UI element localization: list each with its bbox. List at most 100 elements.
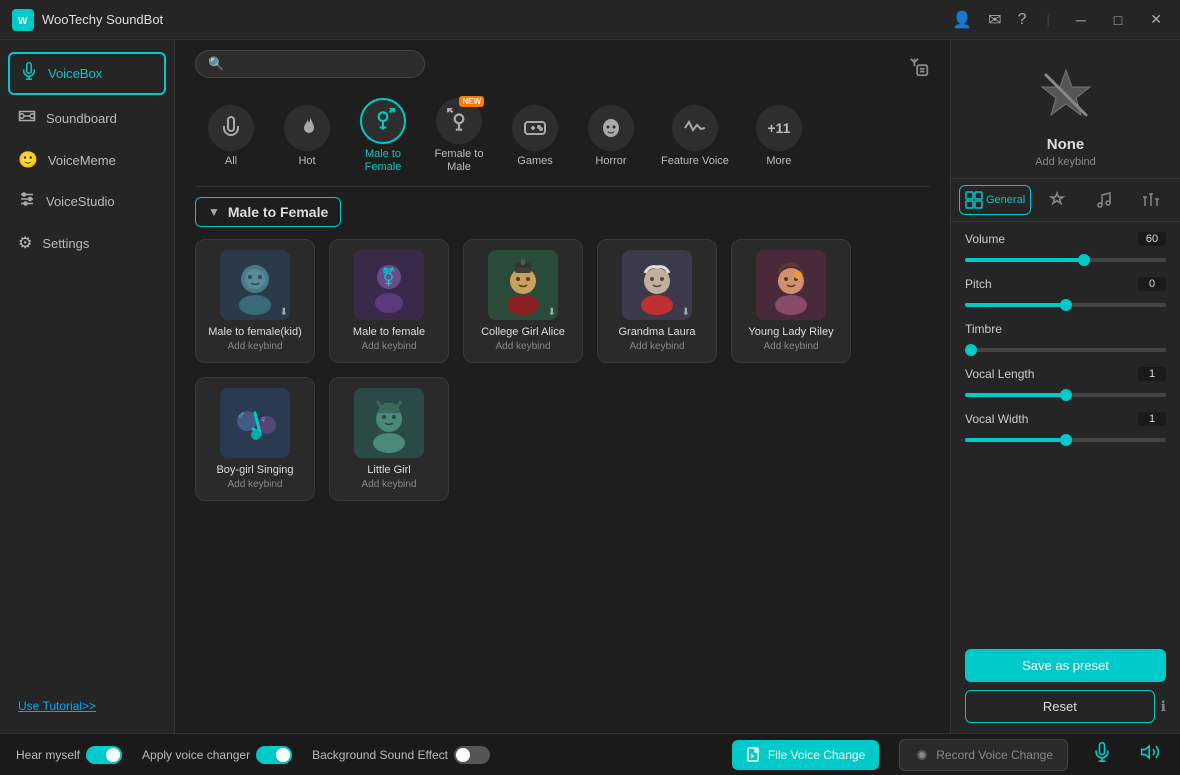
sidebar-bottom: Use Tutorial>>: [0, 688, 174, 723]
preset-keybind[interactable]: Add keybind: [1035, 156, 1096, 168]
tab-equalizer[interactable]: [1129, 186, 1172, 214]
apply-voice-toggle[interactable]: [256, 746, 292, 764]
user-icon[interactable]: 👤: [952, 10, 972, 30]
category-female-to-male-label: Female toMale: [435, 148, 484, 174]
close-button[interactable]: ✕: [1144, 9, 1168, 30]
voice-name-6: Boy-girl Singing: [216, 464, 293, 476]
reset-button[interactable]: Reset: [965, 690, 1155, 723]
voice-keybind-5[interactable]: Add keybind: [763, 341, 818, 352]
section-chevron: ▼: [208, 205, 220, 219]
voice-card-1[interactable]: ⬇ Male to female(kid) Add keybind: [195, 239, 315, 363]
volume-slider[interactable]: [965, 258, 1166, 262]
voice-card-6[interactable]: ♂♀ Boy-girl Singing Add keybind: [195, 377, 315, 501]
sidebar-item-settings[interactable]: ⚙ Settings: [0, 223, 174, 263]
record-voice-change-button[interactable]: Record Voice Change: [899, 739, 1068, 771]
voice-keybind-3[interactable]: Add keybind: [495, 341, 550, 352]
category-games[interactable]: Games: [499, 101, 571, 172]
sidebar-item-voicestudio[interactable]: VoiceStudio: [0, 180, 174, 223]
maximize-button[interactable]: □: [1108, 10, 1128, 30]
sidebar-voicebox-label: VoiceBox: [48, 66, 102, 81]
titlebar: W WooTechy SoundBot 👤 ✉ ? | ─ □ ✕: [0, 0, 1180, 40]
titlebar-controls: 👤 ✉ ? | ─ □ ✕: [952, 9, 1168, 30]
file-voice-change-button[interactable]: File Voice Change: [732, 740, 879, 770]
category-all-label: All: [225, 155, 237, 168]
sidebar-soundboard-label: Soundboard: [46, 111, 117, 126]
category-male-to-female-label: Male toFemale: [365, 148, 402, 174]
speaker-button[interactable]: [1136, 738, 1164, 771]
voice-keybind-1[interactable]: Add keybind: [227, 341, 282, 352]
minimize-button[interactable]: ─: [1070, 10, 1092, 30]
voice-card-3[interactable]: ⬇ College Girl Alice Add keybind: [463, 239, 583, 363]
tab-music[interactable]: [1082, 186, 1125, 214]
vocal-length-slider[interactable]: [965, 393, 1166, 397]
timbre-slider[interactable]: [965, 348, 1166, 352]
category-male-to-female[interactable]: Male toFemale: [347, 94, 419, 178]
category-hot-icon: [284, 105, 330, 151]
background-sound-toggle-group: Background Sound Effect: [312, 746, 490, 764]
pitch-value: 0: [1138, 277, 1166, 291]
category-female-to-male[interactable]: NEW Female toMale: [423, 94, 495, 178]
voice-content: ▼ Male to Female ⬇ Male to female(kid) A…: [175, 187, 950, 733]
hear-myself-toggle[interactable]: [86, 746, 122, 764]
voice-name-4: Grandma Laura: [618, 326, 695, 338]
search-bar[interactable]: 🔍: [195, 50, 425, 78]
category-horror[interactable]: Horror: [575, 101, 647, 172]
category-feature-voice[interactable]: Feature Voice: [651, 101, 739, 172]
voice-keybind-4[interactable]: Add keybind: [629, 341, 684, 352]
voice-card-7[interactable]: Little Girl Add keybind: [329, 377, 449, 501]
category-horror-icon: [588, 105, 634, 151]
volume-value: 60: [1138, 232, 1166, 246]
category-hot[interactable]: Hot: [271, 101, 343, 172]
sidebar-voicestudio-label: VoiceStudio: [46, 194, 115, 209]
sidebar-item-voicebox[interactable]: VoiceBox: [8, 52, 166, 95]
category-feature-voice-icon: [672, 105, 718, 151]
tab-effects[interactable]: [1035, 186, 1078, 214]
category-all-icon: [208, 105, 254, 151]
voice-card-4[interactable]: ⬇ Grandma Laura Add keybind: [597, 239, 717, 363]
vocal-length-value: 1: [1138, 367, 1166, 381]
voice-keybind-6[interactable]: Add keybind: [227, 479, 282, 490]
sidebar-item-voicememe[interactable]: 🙂 VoiceMeme: [0, 140, 174, 180]
category-games-icon: [512, 105, 558, 151]
tab-general[interactable]: General: [959, 185, 1031, 215]
voice-card-2[interactable]: ⚧ Male to female Add keybind: [329, 239, 449, 363]
pitch-label: Pitch: [965, 277, 992, 291]
file-voice-icon: [746, 747, 762, 763]
timbre-label: Timbre: [965, 322, 1002, 336]
apply-voice-knob: [276, 748, 290, 762]
sidebar-item-soundboard[interactable]: Soundboard: [0, 97, 174, 140]
category-feature-voice-label: Feature Voice: [661, 155, 729, 168]
pitch-slider[interactable]: [965, 303, 1166, 307]
background-sound-toggle[interactable]: [454, 746, 490, 764]
category-more-icon: +11: [756, 105, 802, 151]
voice-name-2: Male to female: [353, 326, 425, 338]
search-input[interactable]: [230, 57, 412, 72]
category-female-to-male-icon: NEW: [436, 98, 482, 144]
microphone-button[interactable]: [1088, 738, 1116, 771]
right-tabs: General: [951, 179, 1180, 222]
app-body: VoiceBox Soundboard 🙂 VoiceMeme VoiceStu…: [0, 40, 1180, 733]
use-tutorial-link[interactable]: Use Tutorial>>: [18, 699, 96, 713]
voice-keybind-2[interactable]: Add keybind: [361, 341, 416, 352]
svg-text:♀: ♀: [259, 414, 267, 426]
download-icon-1: ⬇: [280, 307, 288, 318]
save-preset-button[interactable]: Save as preset: [965, 649, 1166, 682]
category-all[interactable]: All: [195, 101, 267, 172]
mail-icon[interactable]: ✉: [988, 10, 1001, 30]
voice-card-5[interactable]: Young Lady Riley Add keybind: [731, 239, 851, 363]
category-horror-label: Horror: [595, 155, 626, 168]
background-sound-knob: [456, 748, 470, 762]
svg-text:⚧: ⚧: [381, 267, 396, 287]
help-icon[interactable]: ?: [1018, 11, 1027, 29]
random-icon[interactable]: [908, 56, 930, 83]
section-title: Male to Female: [228, 204, 328, 220]
category-more[interactable]: +11 More: [743, 101, 815, 172]
vocal-width-slider[interactable]: [965, 438, 1166, 442]
voice-grid: ⬇ Male to female(kid) Add keybind ⚧ Male…: [195, 239, 930, 501]
category-male-to-female-icon: [360, 98, 406, 144]
voice-name-1: Male to female(kid): [208, 326, 302, 338]
voice-keybind-7[interactable]: Add keybind: [361, 479, 416, 490]
controls-panel: Volume 60 Pitch 0 Timbre: [951, 222, 1180, 639]
vocal-length-label: Vocal Length: [965, 367, 1034, 381]
reset-info-icon[interactable]: ℹ: [1161, 698, 1166, 715]
